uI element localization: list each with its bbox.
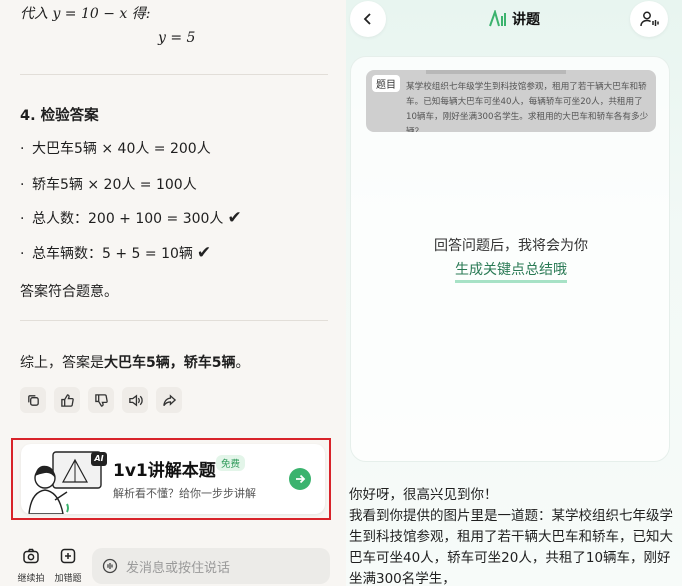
section-title: 4. 检验答案 [20, 108, 99, 124]
summary-card: 题目 某学校组织七年级学生到科技馆参观，租用了若干辆大巴车和轿车。已知每辆大巴车… [350, 56, 670, 462]
copy-button[interactable] [20, 387, 46, 413]
reply-line: 我看到你提供的图片里是一道题：某学校组织七年级学生到科技馆参观，租用了若干辆大巴… [349, 508, 673, 586]
thumbs-down-icon [94, 393, 108, 407]
copy-icon [27, 394, 39, 406]
substitute-line: 代入 y = 10 − x 得: [20, 6, 151, 22]
share-button[interactable] [156, 387, 182, 413]
read-aloud-button[interactable] [122, 387, 148, 413]
reply-line: 你好呀，很高兴见到你！ [349, 487, 498, 503]
tutoring-promo-card[interactable]: AI 1v1讲解本题 免费 解析看不懂？给你一步步讲解 [21, 444, 325, 514]
tutoring-panel: 讲题 题目 某学校组织七年级学生到科技馆参观，租用了若干辆大巴车和轿车。已知每辆… [346, 0, 682, 586]
input-toolbar: 继续拍 加错题 发消息或按住说话 [0, 540, 346, 586]
profile-voice-button[interactable] [630, 1, 668, 37]
speaker-icon [128, 394, 143, 406]
brand-logo-icon [489, 10, 506, 27]
solution-panel: 代入 y = 10 − x 得: y = 5 4. 检验答案 · 大巴车5辆 × … [0, 0, 346, 586]
assistant-reply: 你好呀，很高兴见到你！ 我看到你提供的图片里是一道题：某学校组织七年级学生到科技… [349, 485, 675, 586]
add-box-icon [60, 548, 76, 564]
card-message: 回答问题后，我将会为你 [434, 238, 588, 254]
thumbs-up-icon [60, 393, 74, 407]
message-input[interactable]: 发消息或按住说话 [92, 548, 330, 584]
promo-go-button[interactable] [289, 468, 311, 490]
check-item: · 总人数：200 + 100 = 300人 ✔ [20, 208, 242, 228]
add-wrong-question-button[interactable]: 加错题 [50, 546, 86, 584]
checkmark-icon: ✔ [196, 243, 212, 263]
camera-icon [23, 548, 39, 564]
question-tag: 题目 [372, 75, 400, 92]
divider [20, 74, 328, 75]
cropped-text-line [426, 70, 566, 74]
dislike-button[interactable] [88, 387, 114, 413]
promo-subtitle: 解析看不懂？给你一步步讲解 [113, 487, 256, 500]
continue-shoot-button[interactable]: 继续拍 [13, 546, 49, 584]
chevron-left-icon [363, 13, 371, 25]
check-item: · 大巴车5辆 × 40人 = 200人 [20, 141, 211, 157]
check-item: · 总车辆数：5 + 5 = 10辆 ✔ [20, 243, 212, 263]
question-thumbnail[interactable]: 题目 某学校组织七年级学生到科技馆参观，租用了若干辆大巴车和轿车。已知每辆大巴车… [366, 70, 656, 132]
back-button[interactable] [350, 1, 386, 37]
arrow-right-icon [296, 474, 306, 484]
voice-icon [102, 558, 118, 574]
result-equation: y = 5 [158, 30, 196, 46]
checkmark-icon: ✔ [227, 208, 242, 228]
summary-text: 综上，答案是大巴车5辆，轿车5辆。 [20, 355, 250, 371]
promo-title: 1v1讲解本题 [113, 461, 216, 481]
share-icon [162, 393, 176, 406]
question-text: 某学校组织七年级学生到科技馆参观，租用了若干辆大巴车和轿车。已知每辆大巴车可坐4… [406, 82, 649, 132]
free-badge: 免费 [216, 455, 246, 471]
divider [20, 320, 328, 321]
message-actions [20, 387, 182, 413]
user-voice-icon [640, 11, 659, 27]
card-message-highlight: 生成关键点总结哦 [351, 259, 671, 283]
page-title: 讲题 [488, 9, 540, 29]
conclusion-text: 答案符合题意。 [20, 284, 118, 300]
check-item: · 轿车5辆 × 20人 = 100人 [20, 177, 197, 193]
like-button[interactable] [54, 387, 80, 413]
ai-badge: AI [91, 452, 107, 466]
